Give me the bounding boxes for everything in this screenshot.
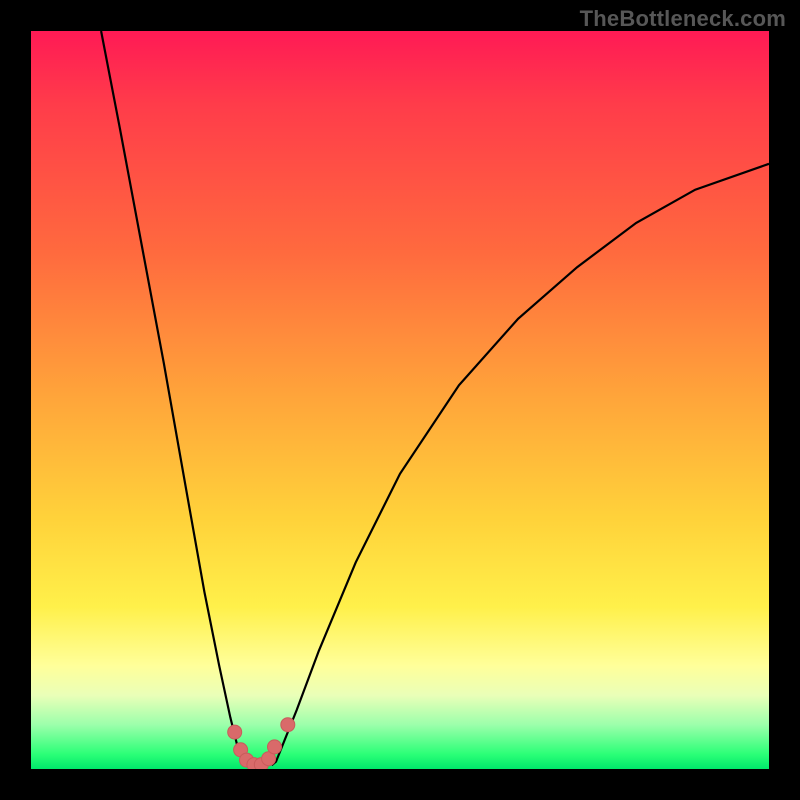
- data-marker: [268, 740, 282, 754]
- curve-right-branch: [272, 164, 769, 766]
- data-marker: [281, 718, 295, 732]
- curve-overlay: [31, 31, 769, 769]
- data-marker: [228, 725, 242, 739]
- chart-frame: TheBottleneck.com: [0, 0, 800, 800]
- plot-area: [31, 31, 769, 769]
- watermark-text: TheBottleneck.com: [580, 6, 786, 32]
- curve-left-branch: [101, 31, 248, 765]
- bottom-markers: [228, 718, 295, 769]
